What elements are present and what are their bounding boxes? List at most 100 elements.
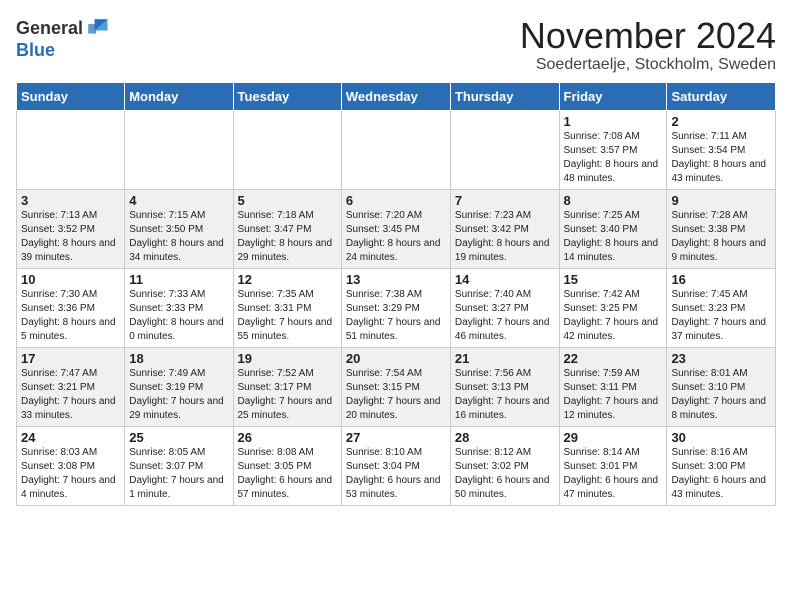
calendar-cell: 5Sunrise: 7:18 AM Sunset: 3:47 PM Daylig… [233,189,341,268]
weekday-header-tuesday: Tuesday [233,82,341,110]
calendar-cell [233,110,341,189]
day-number: 17 [21,351,120,366]
day-info: Sunrise: 8:03 AM Sunset: 3:08 PM Dayligh… [21,446,120,502]
day-number: 28 [455,430,555,445]
calendar-cell: 8Sunrise: 7:25 AM Sunset: 3:40 PM Daylig… [559,189,667,268]
day-number: 6 [346,193,446,208]
day-number: 12 [238,272,337,287]
calendar-cell: 12Sunrise: 7:35 AM Sunset: 3:31 PM Dayli… [233,268,341,347]
day-number: 22 [564,351,663,366]
title-area: November 2024 Soedertaelje, Stockholm, S… [520,16,776,74]
subtitle: Soedertaelje, Stockholm, Sweden [520,56,776,74]
day-info: Sunrise: 8:08 AM Sunset: 3:05 PM Dayligh… [238,446,337,502]
day-info: Sunrise: 7:08 AM Sunset: 3:57 PM Dayligh… [564,130,663,186]
day-info: Sunrise: 7:52 AM Sunset: 3:17 PM Dayligh… [238,367,337,423]
calendar-cell: 24Sunrise: 8:03 AM Sunset: 3:08 PM Dayli… [17,426,125,505]
day-number: 9 [671,193,771,208]
day-number: 20 [346,351,446,366]
day-number: 1 [564,114,663,129]
calendar-cell: 3Sunrise: 7:13 AM Sunset: 3:52 PM Daylig… [17,189,125,268]
calendar-cell: 2Sunrise: 7:11 AM Sunset: 3:54 PM Daylig… [667,110,776,189]
day-info: Sunrise: 7:11 AM Sunset: 3:54 PM Dayligh… [671,130,771,186]
day-number: 11 [129,272,228,287]
calendar-week-row: 17Sunrise: 7:47 AM Sunset: 3:21 PM Dayli… [17,347,776,426]
day-info: Sunrise: 7:18 AM Sunset: 3:47 PM Dayligh… [238,209,337,265]
day-number: 14 [455,272,555,287]
day-info: Sunrise: 7:13 AM Sunset: 3:52 PM Dayligh… [21,209,120,265]
calendar-cell: 28Sunrise: 8:12 AM Sunset: 3:02 PM Dayli… [450,426,559,505]
calendar-cell: 4Sunrise: 7:15 AM Sunset: 3:50 PM Daylig… [125,189,233,268]
day-number: 18 [129,351,228,366]
calendar-cell: 22Sunrise: 7:59 AM Sunset: 3:11 PM Dayli… [559,347,667,426]
logo: General Blue [16,16,109,61]
day-info: Sunrise: 7:38 AM Sunset: 3:29 PM Dayligh… [346,288,446,344]
calendar-week-row: 3Sunrise: 7:13 AM Sunset: 3:52 PM Daylig… [17,189,776,268]
calendar-week-row: 24Sunrise: 8:03 AM Sunset: 3:08 PM Dayli… [17,426,776,505]
calendar-cell: 11Sunrise: 7:33 AM Sunset: 3:33 PM Dayli… [125,268,233,347]
weekday-header-row: SundayMondayTuesdayWednesdayThursdayFrid… [17,82,776,110]
day-info: Sunrise: 8:14 AM Sunset: 3:01 PM Dayligh… [564,446,663,502]
calendar-cell [17,110,125,189]
weekday-header-thursday: Thursday [450,82,559,110]
calendar-cell [125,110,233,189]
day-info: Sunrise: 7:42 AM Sunset: 3:25 PM Dayligh… [564,288,663,344]
calendar-cell: 27Sunrise: 8:10 AM Sunset: 3:04 PM Dayli… [341,426,450,505]
calendar-cell: 9Sunrise: 7:28 AM Sunset: 3:38 PM Daylig… [667,189,776,268]
calendar-cell: 26Sunrise: 8:08 AM Sunset: 3:05 PM Dayli… [233,426,341,505]
weekday-header-friday: Friday [559,82,667,110]
day-number: 2 [671,114,771,129]
day-number: 7 [455,193,555,208]
day-number: 10 [21,272,120,287]
day-info: Sunrise: 7:15 AM Sunset: 3:50 PM Dayligh… [129,209,228,265]
day-info: Sunrise: 7:40 AM Sunset: 3:27 PM Dayligh… [455,288,555,344]
day-number: 4 [129,193,228,208]
day-number: 30 [671,430,771,445]
day-number: 27 [346,430,446,445]
day-info: Sunrise: 8:05 AM Sunset: 3:07 PM Dayligh… [129,446,228,502]
calendar-week-row: 10Sunrise: 7:30 AM Sunset: 3:36 PM Dayli… [17,268,776,347]
calendar-cell: 25Sunrise: 8:05 AM Sunset: 3:07 PM Dayli… [125,426,233,505]
day-info: Sunrise: 7:56 AM Sunset: 3:13 PM Dayligh… [455,367,555,423]
calendar-cell [341,110,450,189]
day-info: Sunrise: 7:45 AM Sunset: 3:23 PM Dayligh… [671,288,771,344]
day-number: 21 [455,351,555,366]
day-info: Sunrise: 8:16 AM Sunset: 3:00 PM Dayligh… [671,446,771,502]
calendar-cell: 13Sunrise: 7:38 AM Sunset: 3:29 PM Dayli… [341,268,450,347]
day-info: Sunrise: 7:49 AM Sunset: 3:19 PM Dayligh… [129,367,228,423]
calendar-cell: 18Sunrise: 7:49 AM Sunset: 3:19 PM Dayli… [125,347,233,426]
calendar-cell: 23Sunrise: 8:01 AM Sunset: 3:10 PM Dayli… [667,347,776,426]
day-info: Sunrise: 7:33 AM Sunset: 3:33 PM Dayligh… [129,288,228,344]
calendar-cell: 7Sunrise: 7:23 AM Sunset: 3:42 PM Daylig… [450,189,559,268]
day-info: Sunrise: 7:54 AM Sunset: 3:15 PM Dayligh… [346,367,446,423]
day-number: 5 [238,193,337,208]
calendar-cell: 10Sunrise: 7:30 AM Sunset: 3:36 PM Dayli… [17,268,125,347]
calendar-cell: 14Sunrise: 7:40 AM Sunset: 3:27 PM Dayli… [450,268,559,347]
day-info: Sunrise: 8:10 AM Sunset: 3:04 PM Dayligh… [346,446,446,502]
day-number: 3 [21,193,120,208]
weekday-header-sunday: Sunday [17,82,125,110]
calendar-cell: 16Sunrise: 7:45 AM Sunset: 3:23 PM Dayli… [667,268,776,347]
day-info: Sunrise: 8:01 AM Sunset: 3:10 PM Dayligh… [671,367,771,423]
day-number: 26 [238,430,337,445]
calendar-cell: 19Sunrise: 7:52 AM Sunset: 3:17 PM Dayli… [233,347,341,426]
day-number: 15 [564,272,663,287]
weekday-header-monday: Monday [125,82,233,110]
day-info: Sunrise: 7:23 AM Sunset: 3:42 PM Dayligh… [455,209,555,265]
day-info: Sunrise: 8:12 AM Sunset: 3:02 PM Dayligh… [455,446,555,502]
weekday-header-saturday: Saturday [667,82,776,110]
day-number: 29 [564,430,663,445]
day-info: Sunrise: 7:20 AM Sunset: 3:45 PM Dayligh… [346,209,446,265]
calendar-cell: 21Sunrise: 7:56 AM Sunset: 3:13 PM Dayli… [450,347,559,426]
day-number: 8 [564,193,663,208]
main-title: November 2024 [520,16,776,56]
calendar-cell: 20Sunrise: 7:54 AM Sunset: 3:15 PM Dayli… [341,347,450,426]
calendar-week-row: 1Sunrise: 7:08 AM Sunset: 3:57 PM Daylig… [17,110,776,189]
day-number: 19 [238,351,337,366]
day-info: Sunrise: 7:30 AM Sunset: 3:36 PM Dayligh… [21,288,120,344]
calendar-cell: 15Sunrise: 7:42 AM Sunset: 3:25 PM Dayli… [559,268,667,347]
logo-icon [85,16,109,40]
day-number: 23 [671,351,771,366]
calendar-cell: 6Sunrise: 7:20 AM Sunset: 3:45 PM Daylig… [341,189,450,268]
day-info: Sunrise: 7:35 AM Sunset: 3:31 PM Dayligh… [238,288,337,344]
logo-blue-text: Blue [16,40,55,60]
